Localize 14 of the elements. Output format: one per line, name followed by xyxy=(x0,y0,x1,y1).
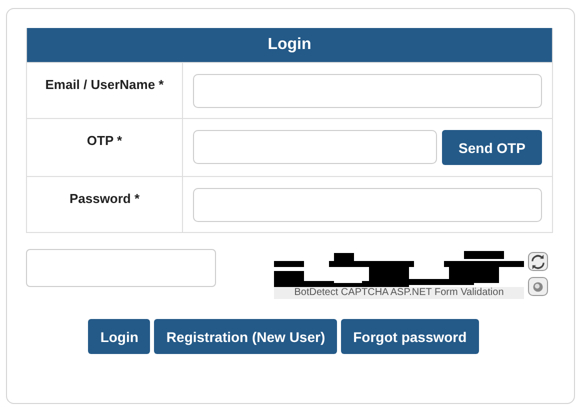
reload-icon[interactable] xyxy=(528,252,548,271)
field-label: Email / UserName * xyxy=(45,77,164,92)
captcha-caption: BotDetect CAPTCHA ASP.NET Form Validation xyxy=(274,287,524,299)
email-field[interactable] xyxy=(193,74,542,108)
send-otp-button[interactable]: Send OTP xyxy=(442,130,542,165)
field-label: OTP * xyxy=(86,133,122,148)
captcha-field[interactable] xyxy=(26,249,216,287)
field-label: Password * xyxy=(69,191,140,206)
registration-button[interactable]: Registration (New User) xyxy=(154,319,338,354)
forgot-password-button[interactable]: Forgot password xyxy=(341,319,479,354)
otp-field[interactable] xyxy=(193,130,437,164)
login-button[interactable]: Login xyxy=(88,319,150,354)
form-title: Login xyxy=(27,28,552,62)
password-field[interactable] xyxy=(193,188,542,222)
